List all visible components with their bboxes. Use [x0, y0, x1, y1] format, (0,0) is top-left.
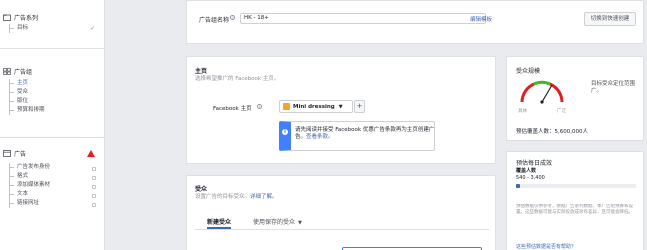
audience-section-description: 设置广告的目标受众。详细了解。	[195, 192, 278, 200]
sidebar-adset-title: 广告组	[14, 68, 33, 76]
sidebar-item-media[interactable]: 添加媒体素材	[10, 181, 50, 190]
sidebar-item-label: 添加媒体素材	[17, 182, 51, 188]
daily-results-card: 预估每日成效 覆盖人数 540 - 3,400 预估数据仅供参考，依据广告系列数…	[506, 151, 644, 250]
sidebar-item-text[interactable]: 文本	[10, 190, 50, 199]
terms-notice-text: 请先阅读并接受 Facebook 优惠广告条款再为主页创建广告。查看条款。	[295, 127, 435, 141]
sidebar-adset-tree: 主页 受众 版位 预算和排期	[9, 79, 45, 115]
sidebar-item-label: 版位	[17, 98, 29, 104]
view-terms-link[interactable]: 查看条款。	[306, 134, 334, 140]
reach-range: 540 - 3,400	[516, 175, 545, 181]
page-avatar-icon	[283, 103, 290, 110]
lock-icon	[92, 167, 96, 171]
audience-size-card: 受众规模 具体 广泛 目标受众定位范围广。 预估覆盖人数：5,600,000人	[506, 56, 644, 141]
sidebar-campaign-header[interactable]: 广告系列	[3, 12, 38, 22]
terms-notice: i 请先阅读并接受 Facebook 优惠广告条款再为主页创建广告。查看条款。	[279, 121, 435, 151]
info-icon: i	[282, 129, 288, 135]
potential-reach-text: 预估覆盖人数：5,600,000人	[516, 129, 588, 135]
tab-saved-audience[interactable]: 使用保存的受众 ▼	[253, 217, 302, 229]
selected-page-name: Mini dressing	[293, 103, 335, 110]
quick-create-button[interactable]: 切换到快速创建	[584, 12, 636, 26]
daily-results-title: 预估每日成效	[516, 160, 553, 167]
page-selector-dropdown[interactable]: Mini dressing ▼	[279, 100, 353, 113]
grid-icon	[3, 67, 11, 75]
sidebar-ad-title: 广告	[14, 150, 27, 158]
gauge-needle	[541, 84, 553, 103]
edit-template-link[interactable]: 编辑模板	[470, 15, 492, 23]
sidebar-item-url[interactable]: 链接网址	[10, 199, 50, 208]
lock-icon	[92, 203, 96, 207]
gauge-broad-label: 广泛	[557, 109, 566, 114]
sidebar-item-format[interactable]: 格式	[10, 172, 50, 181]
audience-size-title: 受众规模	[516, 68, 541, 75]
sidebar-campaign-title: 广告系列	[14, 14, 39, 22]
reach-label: 覆盖人数	[516, 168, 537, 174]
sidebar-item-page[interactable]: 主页	[10, 79, 45, 88]
sidebar-item-label: 目标	[17, 25, 29, 31]
adset-name-label: 广告组名称	[199, 17, 230, 24]
gauge-arc-mid	[533, 80, 551, 86]
page-section-description: 选择希望推广的 Facebook 主页。	[195, 76, 280, 82]
reach-bar-fill	[516, 184, 520, 188]
chevron-down-icon: ▼	[298, 220, 302, 226]
sidebar-item-label: 格式	[17, 173, 29, 179]
audience-card: 受众 设置广告的目标受众。详细了解。 新建受众 使用保存的受众 ▼	[186, 175, 496, 250]
add-page-button[interactable]: +	[354, 100, 365, 113]
sidebar-adset-header[interactable]: 广告组	[3, 66, 32, 76]
chevron-down-icon: ▼	[338, 103, 343, 110]
sidebar-item-budget-schedule[interactable]: 预算和排期	[10, 106, 45, 115]
check-icon: ✓	[90, 25, 96, 32]
sidebar-ad-tree: 广告发布身份 格式 添加媒体素材 文本 链接网址	[9, 163, 50, 208]
sidebar-nav: 广告系列 目标 ✓ 广告组 主页 受众 版位 预算和排期 广告 广告发布身份 格…	[0, 0, 105, 250]
learn-more-link[interactable]: 详细了解。	[250, 194, 278, 200]
audience-tabs: 新建受众 使用保存的受众 ▼	[195, 212, 489, 230]
page-card: 主页 选择希望推广的 Facebook 主页。 Facebook 主页 i Mi…	[186, 56, 496, 164]
warning-icon	[87, 150, 95, 157]
reach-bar	[516, 184, 636, 188]
sidebar-item-label: 受众	[17, 89, 29, 95]
sidebar-item-label: 文本	[17, 191, 29, 197]
adset-name-input[interactable]: HK - 18+	[240, 13, 486, 24]
lock-icon	[92, 185, 96, 189]
tab-new-audience[interactable]: 新建受众	[207, 217, 232, 229]
sidebar-campaign-tree: 目标	[9, 24, 28, 33]
sidebar-divider	[0, 137, 105, 138]
results-disclaimer: 预估数据仅供参考，依据广告系列数据、本广告组预算和设置。这些数据可能与实际投放成…	[516, 204, 633, 215]
info-icon[interactable]: i	[230, 15, 235, 20]
sidebar-item-label: 广告发布身份	[17, 164, 51, 170]
gauge-arc-broad	[549, 82, 564, 103]
sidebar-item-identity[interactable]: 广告发布身份	[10, 163, 50, 172]
sidebar-item-audience[interactable]: 受众	[10, 88, 45, 97]
ad-icon	[3, 149, 11, 157]
adset-name-card: 广告组名称 i HK - 18+ 编辑模板 切换到快速创建	[186, 0, 644, 44]
sidebar-item-label: 链接网址	[17, 200, 40, 206]
gauge-narrow-label: 具体	[518, 109, 527, 114]
audience-gauge	[520, 80, 564, 104]
sidebar-item-label: 主页	[17, 80, 29, 86]
sidebar-item-placements[interactable]: 版位	[10, 97, 45, 106]
sidebar-item-objective[interactable]: 目标	[10, 24, 28, 33]
gauge-pivot	[540, 100, 544, 104]
tab-saved-audience-label: 使用保存的受众	[253, 219, 296, 226]
audience-description-text: 设置广告的目标受众。	[195, 194, 251, 200]
gauge-arc-narrow	[520, 82, 535, 103]
facebook-page-label: Facebook 主页	[213, 106, 252, 112]
lock-icon	[92, 194, 96, 198]
sidebar-ad-header[interactable]: 广告	[3, 148, 26, 158]
info-icon[interactable]: i	[257, 104, 262, 109]
folder-icon	[3, 14, 11, 21]
feedback-link[interactable]: 这些预估数据是否有帮助？	[516, 243, 576, 250]
lock-icon	[92, 176, 96, 180]
sidebar-divider	[0, 48, 105, 49]
sidebar-item-label: 预算和排期	[17, 107, 45, 113]
gauge-note: 目标受众定位范围广。	[591, 81, 636, 94]
